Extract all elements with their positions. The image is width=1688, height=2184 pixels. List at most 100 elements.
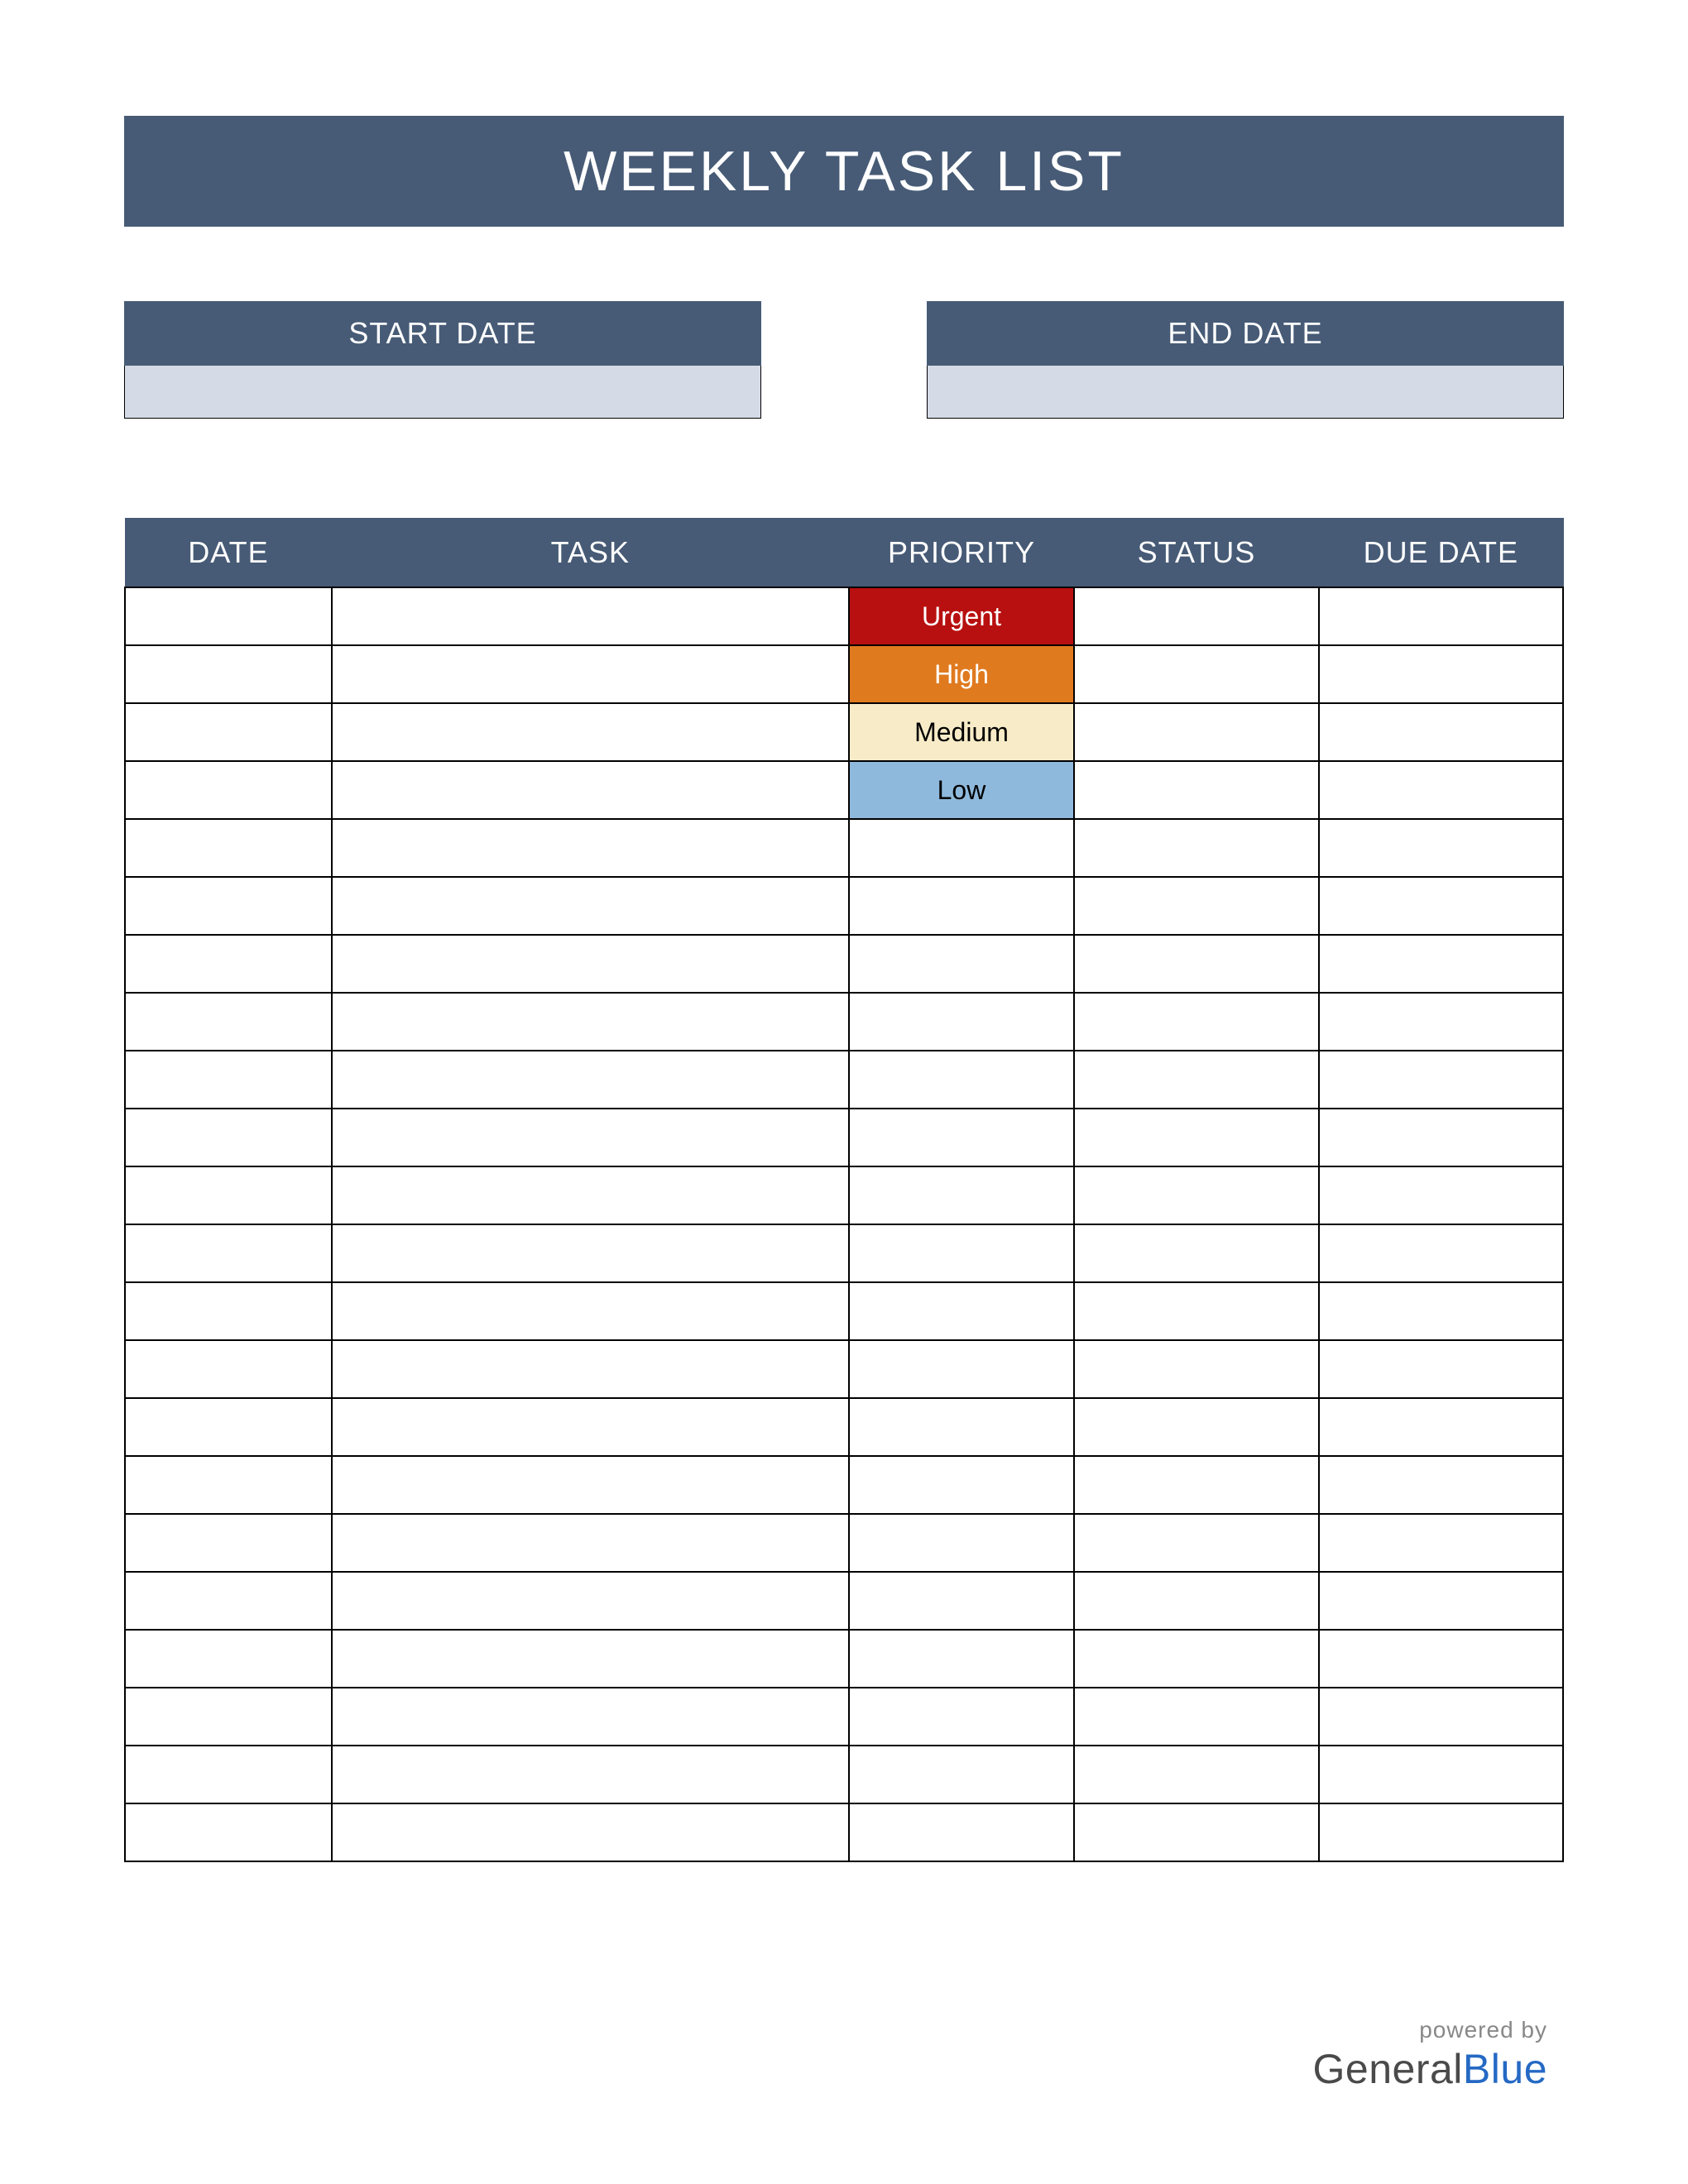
cell-priority[interactable] (849, 1456, 1075, 1514)
cell-date[interactable] (125, 1630, 332, 1688)
cell-due[interactable] (1319, 1514, 1563, 1572)
cell-date[interactable] (125, 1051, 332, 1109)
cell-status[interactable] (1074, 1398, 1318, 1456)
cell-date[interactable] (125, 1340, 332, 1398)
cell-date[interactable] (125, 1224, 332, 1282)
cell-priority[interactable] (849, 1051, 1075, 1109)
cell-due[interactable] (1319, 1630, 1563, 1688)
cell-priority[interactable]: Medium (849, 703, 1075, 761)
cell-status[interactable] (1074, 1456, 1318, 1514)
cell-task[interactable] (332, 587, 849, 645)
cell-priority[interactable] (849, 1514, 1075, 1572)
cell-priority[interactable]: Urgent (849, 587, 1075, 645)
cell-task[interactable] (332, 1282, 849, 1340)
cell-date[interactable] (125, 703, 332, 761)
cell-priority[interactable] (849, 1572, 1075, 1630)
cell-priority[interactable]: Low (849, 761, 1075, 819)
cell-priority[interactable] (849, 1746, 1075, 1803)
cell-due[interactable] (1319, 935, 1563, 993)
cell-due[interactable] (1319, 1572, 1563, 1630)
cell-task[interactable] (332, 819, 849, 877)
cell-priority[interactable] (849, 1688, 1075, 1746)
cell-due[interactable] (1319, 993, 1563, 1051)
cell-status[interactable] (1074, 703, 1318, 761)
cell-date[interactable] (125, 1166, 332, 1224)
cell-date[interactable] (125, 819, 332, 877)
cell-due[interactable] (1319, 1224, 1563, 1282)
cell-date[interactable] (125, 935, 332, 993)
cell-status[interactable] (1074, 1803, 1318, 1861)
cell-date[interactable] (125, 1688, 332, 1746)
cell-task[interactable] (332, 703, 849, 761)
cell-task[interactable] (332, 1398, 849, 1456)
cell-priority[interactable] (849, 1224, 1075, 1282)
cell-task[interactable] (332, 1340, 849, 1398)
cell-date[interactable] (125, 1572, 332, 1630)
cell-task[interactable] (332, 1109, 849, 1166)
cell-due[interactable] (1319, 1282, 1563, 1340)
cell-due[interactable] (1319, 1688, 1563, 1746)
cell-date[interactable] (125, 587, 332, 645)
cell-status[interactable] (1074, 587, 1318, 645)
cell-date[interactable] (125, 1803, 332, 1861)
cell-status[interactable] (1074, 877, 1318, 935)
cell-task[interactable] (332, 1051, 849, 1109)
cell-task[interactable] (332, 1224, 849, 1282)
cell-status[interactable] (1074, 1514, 1318, 1572)
cell-priority[interactable] (849, 819, 1075, 877)
cell-due[interactable] (1319, 1746, 1563, 1803)
cell-priority[interactable]: High (849, 645, 1075, 703)
cell-due[interactable] (1319, 645, 1563, 703)
cell-task[interactable] (332, 935, 849, 993)
cell-status[interactable] (1074, 819, 1318, 877)
cell-due[interactable] (1319, 1109, 1563, 1166)
cell-priority[interactable] (849, 1630, 1075, 1688)
cell-due[interactable] (1319, 587, 1563, 645)
cell-date[interactable] (125, 877, 332, 935)
cell-status[interactable] (1074, 1746, 1318, 1803)
cell-date[interactable] (125, 1282, 332, 1340)
cell-date[interactable] (125, 1514, 332, 1572)
end-date-input[interactable] (927, 366, 1564, 419)
cell-task[interactable] (332, 645, 849, 703)
cell-due[interactable] (1319, 819, 1563, 877)
start-date-input[interactable] (124, 366, 761, 419)
cell-task[interactable] (332, 1456, 849, 1514)
cell-due[interactable] (1319, 1051, 1563, 1109)
cell-priority[interactable] (849, 1803, 1075, 1861)
cell-task[interactable] (332, 1746, 849, 1803)
cell-status[interactable] (1074, 1109, 1318, 1166)
cell-due[interactable] (1319, 703, 1563, 761)
cell-task[interactable] (332, 1166, 849, 1224)
cell-date[interactable] (125, 1456, 332, 1514)
cell-task[interactable] (332, 993, 849, 1051)
cell-date[interactable] (125, 1746, 332, 1803)
cell-priority[interactable] (849, 1398, 1075, 1456)
cell-priority[interactable] (849, 1109, 1075, 1166)
cell-status[interactable] (1074, 1282, 1318, 1340)
cell-status[interactable] (1074, 1688, 1318, 1746)
cell-status[interactable] (1074, 645, 1318, 703)
cell-status[interactable] (1074, 1340, 1318, 1398)
cell-due[interactable] (1319, 1340, 1563, 1398)
cell-status[interactable] (1074, 1572, 1318, 1630)
cell-status[interactable] (1074, 1224, 1318, 1282)
cell-task[interactable] (332, 761, 849, 819)
cell-due[interactable] (1319, 761, 1563, 819)
cell-task[interactable] (332, 1630, 849, 1688)
cell-date[interactable] (125, 1398, 332, 1456)
cell-priority[interactable] (849, 993, 1075, 1051)
cell-status[interactable] (1074, 1166, 1318, 1224)
cell-task[interactable] (332, 877, 849, 935)
cell-status[interactable] (1074, 1630, 1318, 1688)
cell-task[interactable] (332, 1803, 849, 1861)
cell-status[interactable] (1074, 761, 1318, 819)
cell-status[interactable] (1074, 935, 1318, 993)
cell-priority[interactable] (849, 1282, 1075, 1340)
cell-due[interactable] (1319, 877, 1563, 935)
cell-due[interactable] (1319, 1803, 1563, 1861)
cell-status[interactable] (1074, 993, 1318, 1051)
cell-date[interactable] (125, 1109, 332, 1166)
cell-priority[interactable] (849, 1166, 1075, 1224)
cell-priority[interactable] (849, 877, 1075, 935)
